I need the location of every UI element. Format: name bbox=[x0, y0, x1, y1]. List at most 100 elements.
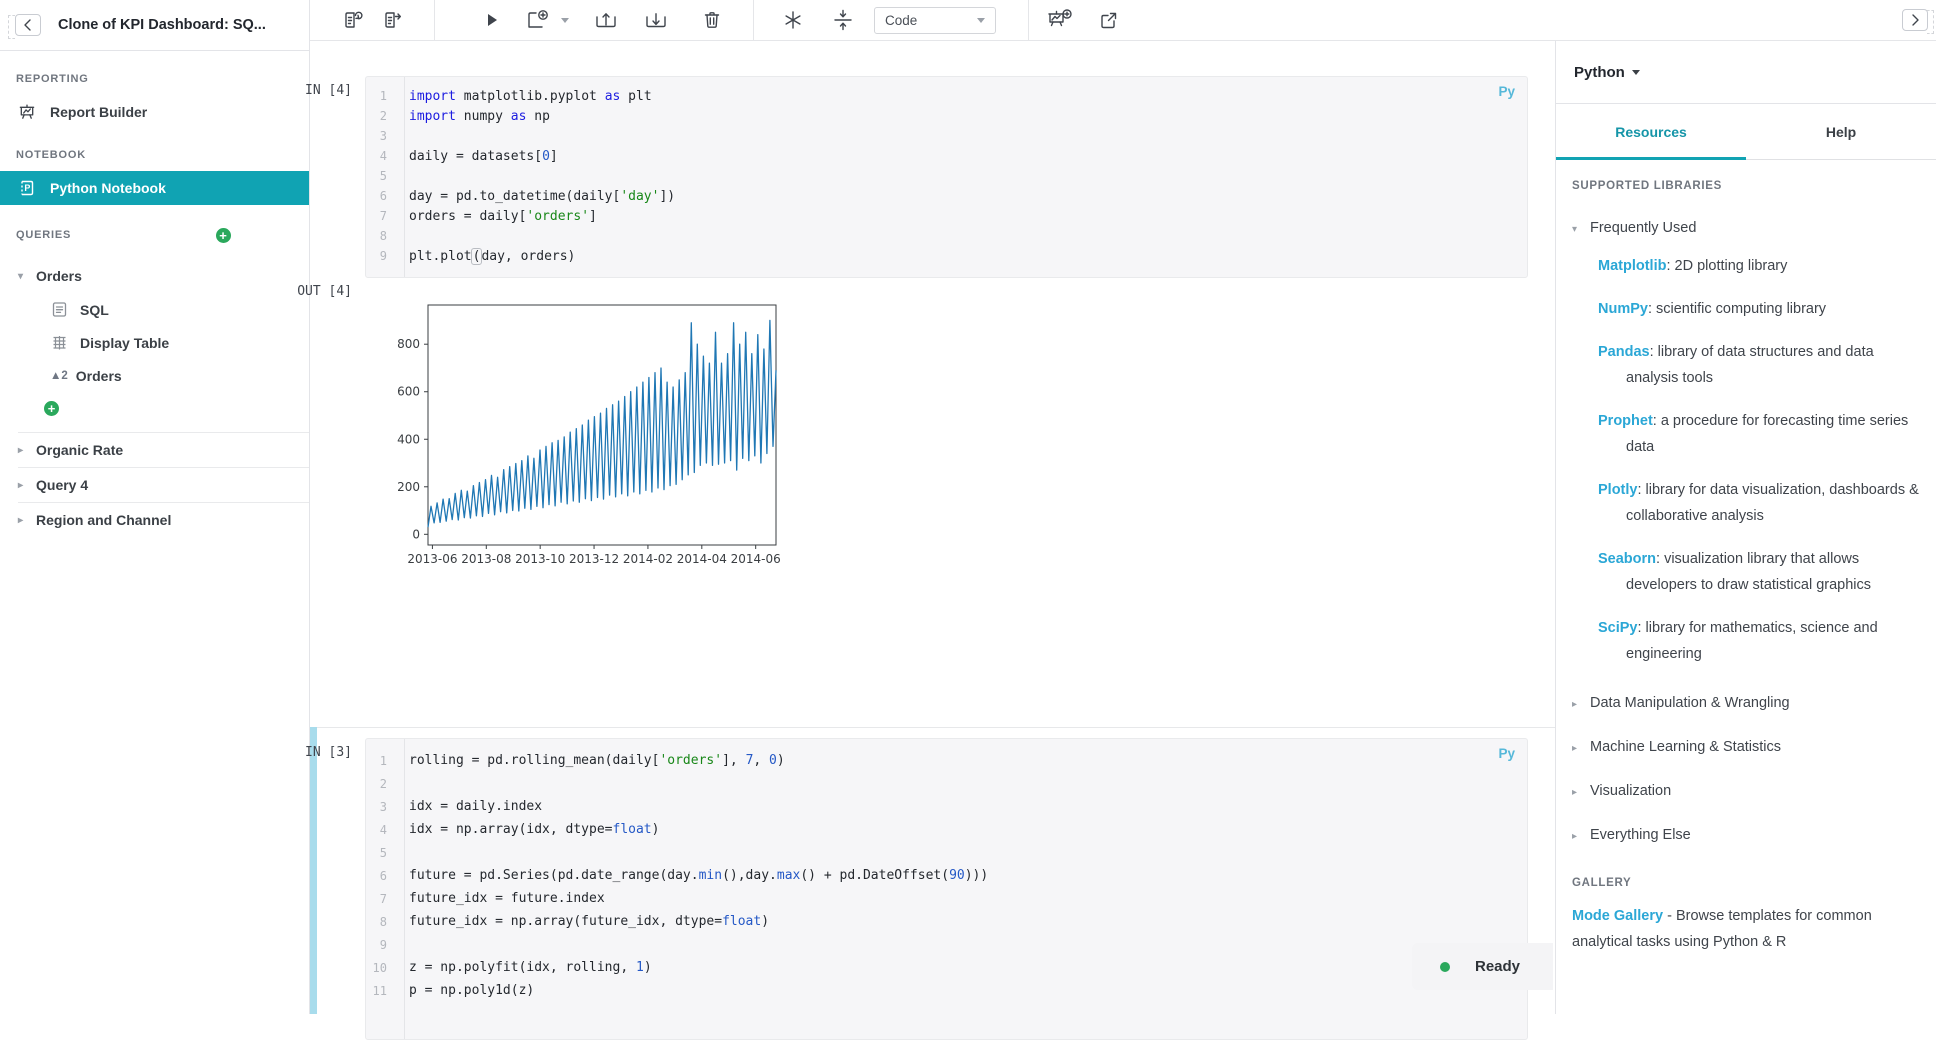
tab-resources[interactable]: Resources bbox=[1556, 104, 1746, 159]
library-description: : library of data structures and data an… bbox=[1626, 344, 1874, 386]
code-line: 9 bbox=[366, 933, 1527, 956]
run-cell-button[interactable] bbox=[475, 5, 509, 35]
code-text: daily = datasets[0] bbox=[409, 149, 558, 164]
cell-in-label: IN [3] bbox=[272, 745, 352, 760]
code-cell[interactable]: Py 1import matplotlib.pyplot as plt2impo… bbox=[365, 76, 1528, 278]
query-child-orders[interactable]: ▲2Orders bbox=[0, 359, 309, 392]
code-line: 10z = np.polyfit(idx, rolling, 1) bbox=[366, 956, 1527, 979]
query-group-region-and-channel[interactable]: ▸Region and Channel bbox=[0, 503, 309, 537]
library-link-scipy[interactable]: SciPy bbox=[1598, 620, 1638, 636]
right-panel: Python ResourcesHelp SUPPORTED LIBRARIES… bbox=[1555, 41, 1936, 1014]
library-group-machine-learning-statistics[interactable]: ▸Machine Learning & Statistics bbox=[1566, 739, 1926, 755]
svg-text:400: 400 bbox=[397, 432, 420, 446]
svg-text:2013-06: 2013-06 bbox=[407, 552, 457, 566]
kernel-selector[interactable]: Python bbox=[1556, 41, 1936, 104]
code-line: 4 daily = datasets[0] bbox=[366, 146, 1527, 166]
line-number: 1 bbox=[366, 89, 396, 103]
code-line: 7orders = daily['orders'] bbox=[366, 206, 1527, 226]
code-line: 9plt.plot(day, orders) bbox=[366, 246, 1527, 266]
add-chart-to-report-button[interactable] bbox=[1043, 5, 1077, 35]
insert-cell-below-button[interactable] bbox=[639, 5, 673, 35]
library-item: Plotly: library for data visualization, … bbox=[1598, 477, 1926, 529]
mode-gallery-link[interactable]: Mode Gallery bbox=[1572, 908, 1663, 924]
selected-cell-indicator bbox=[310, 727, 317, 1014]
sidebar-item-python-notebook[interactable]: P Python Notebook bbox=[0, 171, 309, 205]
library-group-data-manipulation-wrangling[interactable]: ▸Data Manipulation & Wrangling bbox=[1566, 695, 1926, 711]
library-group-visualization[interactable]: ▸Visualization bbox=[1566, 783, 1926, 799]
svg-text:2014-06: 2014-06 bbox=[731, 552, 781, 566]
library-group-label: Everything Else bbox=[1590, 827, 1691, 843]
tab-help[interactable]: Help bbox=[1746, 104, 1936, 159]
line-number: 4 bbox=[366, 149, 396, 163]
matplotlib-output-chart: 02004006008002013-062013-082013-102013-1… bbox=[390, 298, 790, 574]
query-group-organic-rate[interactable]: ▸Organic Rate bbox=[0, 433, 309, 467]
library-link-matplotlib[interactable]: Matplotlib bbox=[1598, 258, 1666, 274]
caret-down-icon: ▾ bbox=[1566, 224, 1590, 235]
query-child-display-table[interactable]: Display Table bbox=[0, 326, 309, 359]
code-line: 3 bbox=[366, 126, 1527, 146]
library-group-label: Data Manipulation & Wrangling bbox=[1590, 695, 1790, 711]
library-link-prophet[interactable]: Prophet bbox=[1598, 413, 1653, 429]
refresh-queries-button[interactable] bbox=[336, 5, 370, 35]
query-group-label: Region and Channel bbox=[36, 512, 171, 528]
line-number: 6 bbox=[366, 189, 396, 203]
line-number: 5 bbox=[366, 169, 396, 183]
library-item: SciPy: library for mathematics, science … bbox=[1598, 615, 1926, 667]
report-builder-icon bbox=[18, 103, 36, 121]
library-item: Pandas: library of data structures and d… bbox=[1598, 339, 1926, 391]
add-notebook-query-button[interactable]: + bbox=[44, 401, 59, 416]
svg-text:P: P bbox=[24, 183, 30, 193]
add-query-button[interactable]: + bbox=[216, 228, 231, 243]
svg-text:600: 600 bbox=[397, 385, 420, 399]
sql-icon bbox=[50, 301, 68, 319]
code-text: idx = daily.index bbox=[409, 799, 542, 814]
cell-type-dropdown[interactable]: Code bbox=[874, 7, 996, 34]
query-group-label: Query 4 bbox=[36, 477, 88, 493]
resources-content: SUPPORTED LIBRARIES ▾Frequently Used Matp… bbox=[1556, 160, 1936, 955]
kernel-status-badge: Ready bbox=[1412, 943, 1553, 990]
toolbar-separator bbox=[434, 0, 435, 41]
library-item: Seaborn: visualization library that allo… bbox=[1598, 546, 1926, 598]
query-group-query-4[interactable]: ▸Query 4 bbox=[0, 468, 309, 502]
code-line: 6future = pd.Series(pd.date_range(day.mi… bbox=[366, 864, 1527, 887]
code-text: orders = daily['orders'] bbox=[409, 209, 597, 224]
delete-cell-button[interactable] bbox=[695, 5, 729, 35]
sidebar-item-label: Python Notebook bbox=[50, 180, 166, 196]
library-group-frequently-used[interactable]: ▾Frequently Used bbox=[1566, 220, 1926, 236]
collapse-left-panel-button[interactable] bbox=[15, 14, 41, 36]
supported-libraries-header: SUPPORTED LIBRARIES bbox=[1566, 180, 1926, 192]
library-link-pandas[interactable]: Pandas bbox=[1598, 344, 1650, 360]
query-group-orders[interactable]: ▾Orders bbox=[0, 259, 309, 293]
svg-text:2013-10: 2013-10 bbox=[515, 552, 565, 566]
chevron-down-icon bbox=[977, 18, 985, 23]
query-group-label: Organic Rate bbox=[36, 442, 123, 458]
open-external-button[interactable] bbox=[1091, 5, 1125, 35]
query-child-label: SQL bbox=[80, 302, 109, 318]
library-description: : visualization library that allows deve… bbox=[1626, 551, 1871, 593]
insert-cell-above-button[interactable] bbox=[589, 5, 623, 35]
restart-kernel-icon[interactable] bbox=[776, 5, 810, 35]
library-link-plotly[interactable]: Plotly bbox=[1598, 482, 1637, 498]
query-child-sql[interactable]: SQL bbox=[0, 293, 309, 326]
code-text: plt.plot(day, orders) bbox=[409, 249, 575, 264]
right-panel-tabs: ResourcesHelp bbox=[1556, 104, 1936, 160]
code-text: rolling = pd.rolling_mean(daily['orders'… bbox=[409, 753, 785, 768]
library-item: Prophet: a procedure for forecasting tim… bbox=[1598, 408, 1926, 460]
toolbar-separator bbox=[753, 0, 754, 41]
sidebar-item-report-builder[interactable]: Report Builder bbox=[0, 95, 309, 129]
library-link-numpy[interactable]: NumPy bbox=[1598, 301, 1648, 317]
add-cell-button[interactable] bbox=[523, 5, 571, 35]
svg-text:200: 200 bbox=[397, 480, 420, 494]
library-group-everything-else[interactable]: ▸Everything Else bbox=[1566, 827, 1926, 843]
library-item: NumPy: scientific computing library bbox=[1598, 296, 1926, 322]
collapse-right-panel-button[interactable] bbox=[1902, 9, 1928, 31]
code-line: 5 bbox=[366, 166, 1527, 186]
library-link-seaborn[interactable]: Seaborn bbox=[1598, 551, 1656, 567]
merge-cells-button[interactable] bbox=[826, 5, 860, 35]
query-group-spacer bbox=[0, 424, 309, 432]
chart-count-icon: ▲2 bbox=[50, 370, 68, 382]
add-cell-caret-icon bbox=[561, 18, 569, 23]
code-text: idx = np.array(idx, dtype=float) bbox=[409, 822, 659, 837]
code-cell[interactable]: Py 1rolling = pd.rolling_mean(daily['ord… bbox=[365, 738, 1528, 1040]
export-notebook-button[interactable] bbox=[376, 5, 410, 35]
